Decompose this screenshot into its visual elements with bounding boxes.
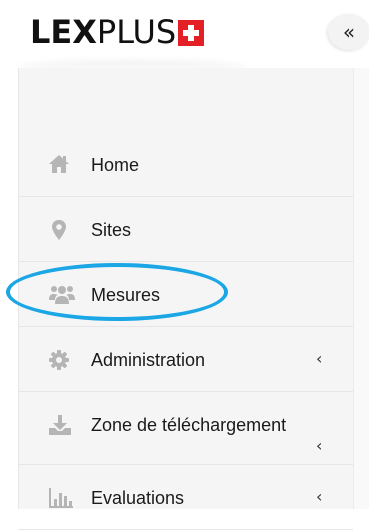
gear-icon <box>48 349 70 370</box>
sidebar-item-label: Administration <box>91 350 206 370</box>
chevron-left-icon: ‹ <box>316 487 323 506</box>
download-icon <box>48 414 71 435</box>
content-area-edge <box>353 68 369 509</box>
map-marker-icon <box>48 219 70 240</box>
sidebar-item-sites[interactable]: Sites <box>18 197 353 262</box>
logo-text-light: PLUS <box>96 13 177 51</box>
sidebar-item-administration[interactable]: Administration ‹ <box>18 327 353 392</box>
swiss-cross-icon <box>178 20 205 46</box>
chevron-left-icon: ‹ <box>316 436 323 455</box>
lexplus-logo[interactable]: LEX PLUS <box>30 12 205 52</box>
sidebar-item-evaluations[interactable]: Evaluations ‹ <box>18 465 353 530</box>
sidebar-item-label: Mesures <box>91 285 161 305</box>
sidebar-item-label: Sites <box>91 220 132 240</box>
chevron-left-icon: ‹ <box>316 349 323 368</box>
sidebar-item-label: Zone de téléchargement <box>91 415 287 435</box>
sidebar-item-zone-de-telechargement[interactable]: Zone de téléchargement ‹ <box>18 392 353 465</box>
sidebar-item-mesures[interactable]: Mesures <box>18 262 353 327</box>
users-icon <box>48 284 75 304</box>
home-icon <box>48 154 70 174</box>
sidebar-item-label: Home <box>91 155 140 175</box>
sidebar-menu: Home Sites Mesures Administration ‹ Zone… <box>18 132 353 530</box>
sidebar-item-label: Evaluations <box>91 488 185 508</box>
collapse-sidebar-button[interactable]: « <box>328 14 369 50</box>
sidebar-item-home[interactable]: Home <box>18 132 353 197</box>
bar-chart-icon <box>48 487 73 508</box>
logo-text-bold: LEX <box>30 13 97 51</box>
